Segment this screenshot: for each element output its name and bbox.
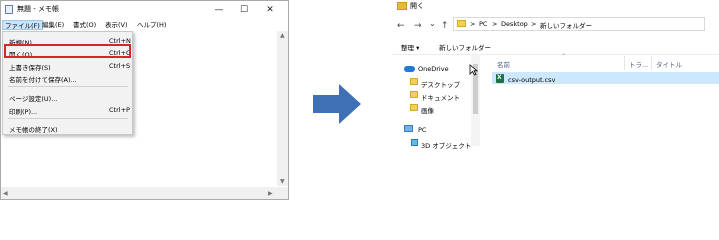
dialog-title: 開く — [410, 2, 424, 10]
menu-separator — [8, 86, 128, 87]
scroll-down-icon[interactable]: ▼ — [280, 178, 285, 185]
onedrive-icon — [404, 66, 415, 72]
folder-icon — [397, 2, 407, 10]
folder-icon — [457, 20, 466, 27]
back-icon[interactable]: ← — [397, 21, 405, 31]
folder-icon — [410, 78, 418, 85]
sort-ascending-icon: ⌃ — [561, 53, 567, 60]
vertical-scrollbar[interactable]: ▲ ▼ — [277, 31, 288, 186]
column-header-track[interactable]: トラ... — [629, 59, 648, 69]
breadcrumb-pc[interactable]: PC — [479, 20, 487, 28]
notepad-icon — [5, 5, 13, 14]
scroll-left-icon[interactable]: ◀ — [3, 190, 8, 197]
organize-button[interactable]: 整理 ▾ — [401, 42, 419, 52]
3d-objects-icon — [411, 139, 418, 146]
scroll-up-icon[interactable]: ▲ — [280, 32, 285, 39]
menu-item-label: ページ設定(U)... — [9, 95, 58, 103]
tree-item-documents[interactable]: ドキュメント — [421, 92, 460, 102]
horizontal-scrollbar[interactable]: ◀ ▶ — [1, 187, 277, 199]
menu-item-page-setup[interactable]: ページ設定(U)... — [3, 90, 132, 103]
close-button[interactable]: ✕ — [257, 1, 283, 18]
column-header-name[interactable]: 名前 — [497, 59, 510, 69]
menu-item-label: メモ帳の終了(X) — [9, 126, 58, 134]
pc-icon — [404, 125, 413, 132]
minimize-button[interactable]: — — [206, 1, 232, 18]
breadcrumb-separator: > — [531, 20, 537, 28]
menu-item-label: 印刷(P)... — [9, 108, 38, 116]
menu-item-label: 名前を付けて保存(A)... — [9, 76, 77, 84]
tree-item-desktop[interactable]: デスクトップ — [421, 79, 460, 89]
column-header-title[interactable]: タイトル — [656, 59, 682, 69]
folder-icon — [410, 91, 418, 98]
menu-item-save[interactable]: 上書き保存(S) Ctrl+S — [3, 59, 132, 72]
new-folder-button[interactable]: 新しいフォルダー — [439, 42, 491, 52]
column-divider[interactable] — [651, 56, 652, 70]
menu-format[interactable]: 書式(O) — [71, 20, 98, 30]
toolbar-divider — [392, 54, 719, 55]
tree-item-3d-objects[interactable]: 3D オブジェクト — [421, 140, 471, 150]
highlight-box — [4, 44, 131, 58]
column-divider[interactable] — [624, 56, 625, 70]
tree-item-pictures[interactable]: 画像 — [421, 105, 434, 115]
breadcrumb-desktop[interactable]: Desktop — [501, 20, 528, 28]
notepad-window: 無題 - メモ帳 — ☐ ✕ ファイル(F) 編集(E) 書式(O) 表示(V)… — [0, 0, 289, 200]
menu-view[interactable]: 表示(V) — [103, 20, 130, 30]
mouse-cursor-icon — [469, 64, 478, 76]
menu-file[interactable]: ファイル(F) — [2, 20, 43, 30]
menu-separator — [8, 118, 128, 119]
tree-item-pc[interactable]: PC — [418, 126, 426, 134]
breadcrumb-separator: > — [470, 20, 476, 28]
tree-item-onedrive[interactable]: OneDrive — [418, 65, 449, 73]
breadcrumb-new-folder[interactable]: 新しいフォルダー — [540, 20, 592, 30]
excel-x-glyph: X — [497, 74, 502, 81]
arrow-right-icon — [313, 84, 361, 124]
up-icon[interactable]: ↑ — [441, 21, 449, 31]
menu-item-shortcut: Ctrl+S — [109, 62, 131, 70]
recent-locations-icon[interactable]: ⌄ — [429, 19, 436, 28]
forward-icon[interactable]: → — [414, 21, 422, 31]
maximize-button[interactable]: ☐ — [231, 1, 257, 18]
menu-item-print[interactable]: 印刷(P)... Ctrl+P — [3, 103, 132, 116]
notepad-title: 無題 - メモ帳 — [17, 5, 59, 13]
notepad-titlebar: 無題 - メモ帳 — ☐ ✕ — [1, 1, 288, 18]
menu-help[interactable]: ヘルプ(H) — [135, 20, 168, 30]
folder-icon — [410, 104, 418, 111]
breadcrumb-separator: > — [492, 20, 498, 28]
menu-item-shortcut: Ctrl+P — [109, 106, 130, 114]
menu-item-exit[interactable]: メモ帳の終了(X) — [3, 121, 132, 134]
menu-item-save-as[interactable]: 名前を付けて保存(A)... — [3, 71, 132, 84]
menu-edit[interactable]: 編集(E) — [40, 20, 66, 30]
file-name[interactable]: csv-output.csv — [508, 76, 555, 84]
scrollbar-corner — [277, 187, 288, 199]
scroll-right-icon[interactable]: ▶ — [268, 190, 273, 197]
